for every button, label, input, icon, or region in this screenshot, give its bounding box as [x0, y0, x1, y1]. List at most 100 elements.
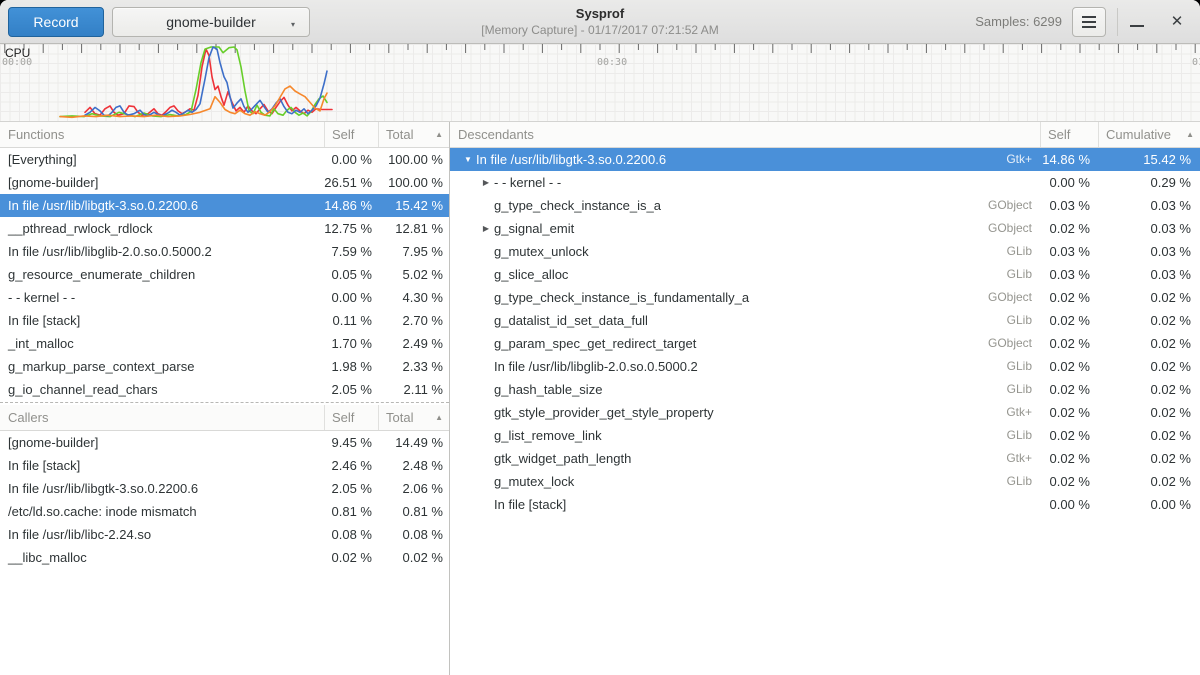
table-row[interactable]: In file /usr/lib/libc-2.24.so0.08 %0.08 … [0, 523, 449, 546]
self-percent: 1.70 % [324, 332, 378, 355]
table-row[interactable]: In file /usr/lib/libglib-2.0.so.0.5000.2… [0, 240, 449, 263]
sysprof-window: Record gnome-builder ▾ Sysprof [Memory C… [0, 0, 1200, 675]
self-percent: 0.02 % [1040, 217, 1098, 240]
expander-collapsed-icon[interactable]: ▶ [478, 217, 494, 240]
tree-row[interactable]: g_type_check_instance_is_fundamentally_a… [450, 286, 1200, 309]
functions-table-header: Functions Self Total ▲ [0, 122, 449, 148]
tree-row[interactable]: g_type_check_instance_is_aGObject0.03 %0… [450, 194, 1200, 217]
tree-row[interactable]: g_slice_allocGLib0.03 %0.03 % [450, 263, 1200, 286]
library-badge: GLib [1007, 263, 1040, 286]
cumulative-percent: 0.02 % [1098, 332, 1200, 355]
self-percent: 0.81 % [324, 500, 378, 523]
total-percent: 2.11 % [378, 378, 449, 401]
descendant-name-cell: g_type_check_instance_is_fundamentally_a… [450, 286, 1040, 309]
self-percent: 2.05 % [324, 477, 378, 500]
right-pane: Descendants Self Cumulative ▲ ▼In file /… [450, 122, 1200, 675]
table-row[interactable]: In file [stack]2.46 %2.48 % [0, 454, 449, 477]
sort-ascending-icon: ▲ [1186, 122, 1194, 147]
self-percent: 2.05 % [324, 378, 378, 401]
function-name: In file /usr/lib/libglib-2.0.so.0.5000.2 [0, 240, 324, 263]
table-row[interactable]: [gnome-builder]9.45 %14.49 % [0, 431, 449, 454]
self-percent: 0.08 % [324, 523, 378, 546]
column-header-self[interactable]: Self [324, 122, 378, 147]
descendants-table-header: Descendants Self Cumulative ▲ [450, 122, 1200, 148]
table-row[interactable]: g_io_channel_read_chars2.05 %2.11 % [0, 378, 449, 401]
function-name: g_hash_table_size [494, 378, 602, 401]
column-header-self[interactable]: Self [324, 405, 378, 430]
total-percent: 0.02 % [378, 546, 449, 569]
function-name: - - kernel - - [494, 171, 561, 194]
total-percent: 2.48 % [378, 454, 449, 477]
tree-row[interactable]: g_datalist_id_set_data_fullGLib0.02 %0.0… [450, 309, 1200, 332]
total-percent: 2.33 % [378, 355, 449, 378]
tree-row[interactable]: ▼In file /usr/lib/libgtk-3.so.0.2200.6Gt… [450, 148, 1200, 171]
left-pane: Functions Self Total ▲ [Everything]0.00 … [0, 122, 450, 675]
table-row[interactable]: __libc_malloc0.02 %0.02 % [0, 546, 449, 569]
function-name: In file /usr/lib/libgtk-3.so.0.2200.6 [476, 148, 666, 171]
self-percent: 0.00 % [324, 286, 378, 309]
column-header-total[interactable]: Total ▲ [378, 122, 449, 147]
table-row[interactable]: [Everything]0.00 %100.00 % [0, 148, 449, 171]
menu-button[interactable] [1072, 7, 1106, 37]
table-row[interactable]: g_markup_parse_context_parse1.98 %2.33 % [0, 355, 449, 378]
library-badge: GObject [988, 194, 1040, 217]
minimize-button[interactable] [1122, 7, 1152, 37]
tree-row[interactable]: In file /usr/lib/libglib-2.0.so.0.5000.2… [450, 355, 1200, 378]
self-percent: 9.45 % [324, 431, 378, 454]
self-percent: 14.86 % [324, 194, 378, 217]
table-row[interactable]: - - kernel - -0.00 %4.30 % [0, 286, 449, 309]
record-button[interactable]: Record [8, 7, 104, 37]
function-name: g_param_spec_get_redirect_target [494, 332, 696, 355]
column-header-total[interactable]: Total ▲ [378, 405, 449, 430]
time-label-mid: 00:30 [597, 57, 627, 68]
column-header-functions[interactable]: Functions [0, 122, 324, 147]
table-row[interactable]: _int_malloc1.70 %2.49 % [0, 332, 449, 355]
library-badge: GLib [1007, 378, 1040, 401]
tree-row[interactable]: g_mutex_unlockGLib0.03 %0.03 % [450, 240, 1200, 263]
tree-row[interactable]: g_hash_table_sizeGLib0.02 %0.02 % [450, 378, 1200, 401]
library-badge: Gtk+ [1006, 447, 1040, 470]
column-header-cumulative[interactable]: Cumulative ▲ [1098, 122, 1200, 147]
descendant-name-cell: g_list_remove_link GLib [450, 424, 1040, 447]
tree-row[interactable]: gtk_widget_path_lengthGtk+0.02 %0.02 % [450, 447, 1200, 470]
function-name: g_list_remove_link [494, 424, 602, 447]
tree-row[interactable]: g_param_spec_get_redirect_targetGObject0… [450, 332, 1200, 355]
tree-row[interactable]: g_list_remove_linkGLib0.02 %0.02 % [450, 424, 1200, 447]
table-row[interactable]: In file /usr/lib/libgtk-3.so.0.2200.614.… [0, 194, 449, 217]
expander-collapsed-icon[interactable]: ▶ [478, 171, 494, 194]
table-row[interactable]: In file [stack]0.11 %2.70 % [0, 309, 449, 332]
expander-expanded-icon[interactable]: ▼ [460, 148, 476, 171]
self-percent: 0.02 % [1040, 286, 1098, 309]
table-row[interactable]: g_resource_enumerate_children0.05 %5.02 … [0, 263, 449, 286]
cumulative-percent: 0.02 % [1098, 355, 1200, 378]
column-header-callers[interactable]: Callers [0, 405, 324, 430]
cpu-graph[interactable]: CPU 00:00 00:30 01:00 [0, 44, 1200, 122]
descendant-name-cell: ▼In file /usr/lib/libgtk-3.so.0.2200.6Gt… [450, 148, 1040, 171]
function-name: In file [stack] [494, 493, 566, 516]
column-header-descendants[interactable]: Descendants [450, 122, 1040, 147]
tree-row[interactable]: ▶g_signal_emitGObject0.02 %0.03 % [450, 217, 1200, 240]
self-percent: 0.02 % [1040, 447, 1098, 470]
column-header-cumulative-label: Cumulative [1106, 127, 1171, 142]
close-button[interactable]: ✕ [1162, 7, 1192, 37]
table-row[interactable]: In file /usr/lib/libgtk-3.so.0.2200.62.0… [0, 477, 449, 500]
tree-row[interactable]: In file [stack]0.00 %0.00 % [450, 493, 1200, 516]
self-percent: 0.02 % [1040, 332, 1098, 355]
table-row[interactable]: /etc/ld.so.cache: inode mismatch0.81 %0.… [0, 500, 449, 523]
header-bar: Record gnome-builder ▾ Sysprof [Memory C… [0, 0, 1200, 44]
capture-subtitle: [Memory Capture] - 01/17/2017 07:21:52 A… [320, 23, 880, 37]
library-badge: GLib [1007, 470, 1040, 493]
functions-table: [Everything]0.00 %100.00 %[gnome-builder… [0, 148, 449, 401]
column-header-self[interactable]: Self [1040, 122, 1098, 147]
function-name: In file [stack] [0, 309, 324, 332]
function-name: _int_malloc [0, 332, 324, 355]
target-selector-dropdown[interactable]: gnome-builder ▾ [112, 7, 310, 37]
tree-row[interactable]: ▶- - kernel - -0.00 %0.29 % [450, 171, 1200, 194]
table-row[interactable]: __pthread_rwlock_rdlock12.75 %12.81 % [0, 217, 449, 240]
library-badge: GLib [1007, 424, 1040, 447]
self-percent: 0.02 % [1040, 424, 1098, 447]
table-row[interactable]: [gnome-builder]26.51 %100.00 % [0, 171, 449, 194]
tree-row[interactable]: g_mutex_lockGLib0.02 %0.02 % [450, 470, 1200, 493]
function-name: g_mutex_lock [494, 470, 574, 493]
tree-row[interactable]: gtk_style_provider_get_style_propertyGtk… [450, 401, 1200, 424]
